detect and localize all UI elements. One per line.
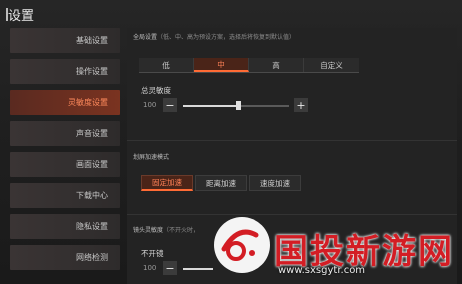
slider-fill [183,105,239,107]
total-sensitivity-value: 100 [143,101,157,109]
watermark-logo-icon [215,218,269,272]
settings-window: 设置 基础设置 操作设置 灵敏度设置 声音设置 画面设置 下载中心 隐私设置 网… [0,0,462,284]
slider-fill [183,268,213,270]
sidebar-item-label: 网络检测 [76,253,108,262]
watermark-logo [214,217,270,273]
acceleration-mode-selector: 固定加速 距离加速 速度加速 [141,175,301,191]
camera-sensitivity-title: 镜头灵敏度 [133,227,164,234]
no-scope-slider[interactable] [183,268,213,270]
sidebar-item-sensitivity[interactable]: 灵敏度设置 [10,90,120,115]
no-scope-value: 100 [143,264,157,272]
sidebar-item-label: 下载中心 [76,191,108,200]
total-sensitivity-label: 总灵敏度 [141,86,171,95]
slider-handle[interactable] [236,101,242,110]
camera-sensitivity-hint: （不开火时， [163,227,200,234]
minus-icon: − [165,98,175,112]
increase-sensitivity-button[interactable]: + [294,98,308,112]
sidebar-item-sound[interactable]: 声音设置 [10,121,120,146]
total-sensitivity-slider[interactable] [183,101,289,110]
preset-selector: 低 中 高 自定义 [139,58,359,73]
sidebar-item-basic[interactable]: 基础设置 [10,28,120,53]
sidebar: 基础设置 操作设置 灵敏度设置 声音设置 画面设置 下载中心 隐私设置 网络检测 [10,28,120,276]
sidebar-item-controls[interactable]: 操作设置 [10,59,120,84]
preset-high[interactable]: 高 [249,58,304,72]
minus-icon: − [165,261,175,275]
global-settings-label: 全局设置（低、中、高为预设方案，选择后将恢复到默认值） [133,32,295,41]
mode-speed[interactable]: 速度加速 [249,175,301,191]
preset-medium[interactable]: 中 [194,58,249,72]
sidebar-item-label: 灵敏度设置 [68,98,108,107]
decrease-no-scope-button[interactable]: − [163,261,177,275]
sidebar-item-privacy[interactable]: 隐私设置 [10,214,120,239]
sidebar-item-label: 基础设置 [76,36,108,45]
sidebar-item-graphics[interactable]: 画面设置 [10,152,120,177]
mode-fixed[interactable]: 固定加速 [141,175,193,191]
acceleration-mode-label: 划屏加速模式 [133,154,170,161]
preset-custom[interactable]: 自定义 [304,58,359,72]
sidebar-item-label: 声音设置 [76,129,108,138]
global-settings-hint: （低、中、高为预设方案，选择后将恢复到默认值） [157,34,296,41]
global-settings-title: 全局设置 [133,34,158,41]
sidebar-item-download[interactable]: 下载中心 [10,183,120,208]
watermark-url: www.sxsgytr.com [278,265,366,276]
sidebar-item-label: 隐私设置 [76,222,108,231]
mode-distance[interactable]: 距离加速 [195,175,247,191]
sidebar-item-network[interactable]: 网络检测 [10,245,120,270]
no-scope-label: 不开镜 [141,249,164,258]
section-divider [127,140,457,141]
decrease-sensitivity-button[interactable]: − [163,98,177,112]
page-title: 设置 [8,9,35,24]
plus-icon: + [296,98,306,112]
preset-low[interactable]: 低 [139,58,194,72]
camera-sensitivity-label: 镜头灵敏度（不开火时， [133,225,199,234]
sidebar-item-label: 画面设置 [76,160,108,169]
section-divider [127,214,457,215]
sidebar-item-label: 操作设置 [76,67,108,76]
